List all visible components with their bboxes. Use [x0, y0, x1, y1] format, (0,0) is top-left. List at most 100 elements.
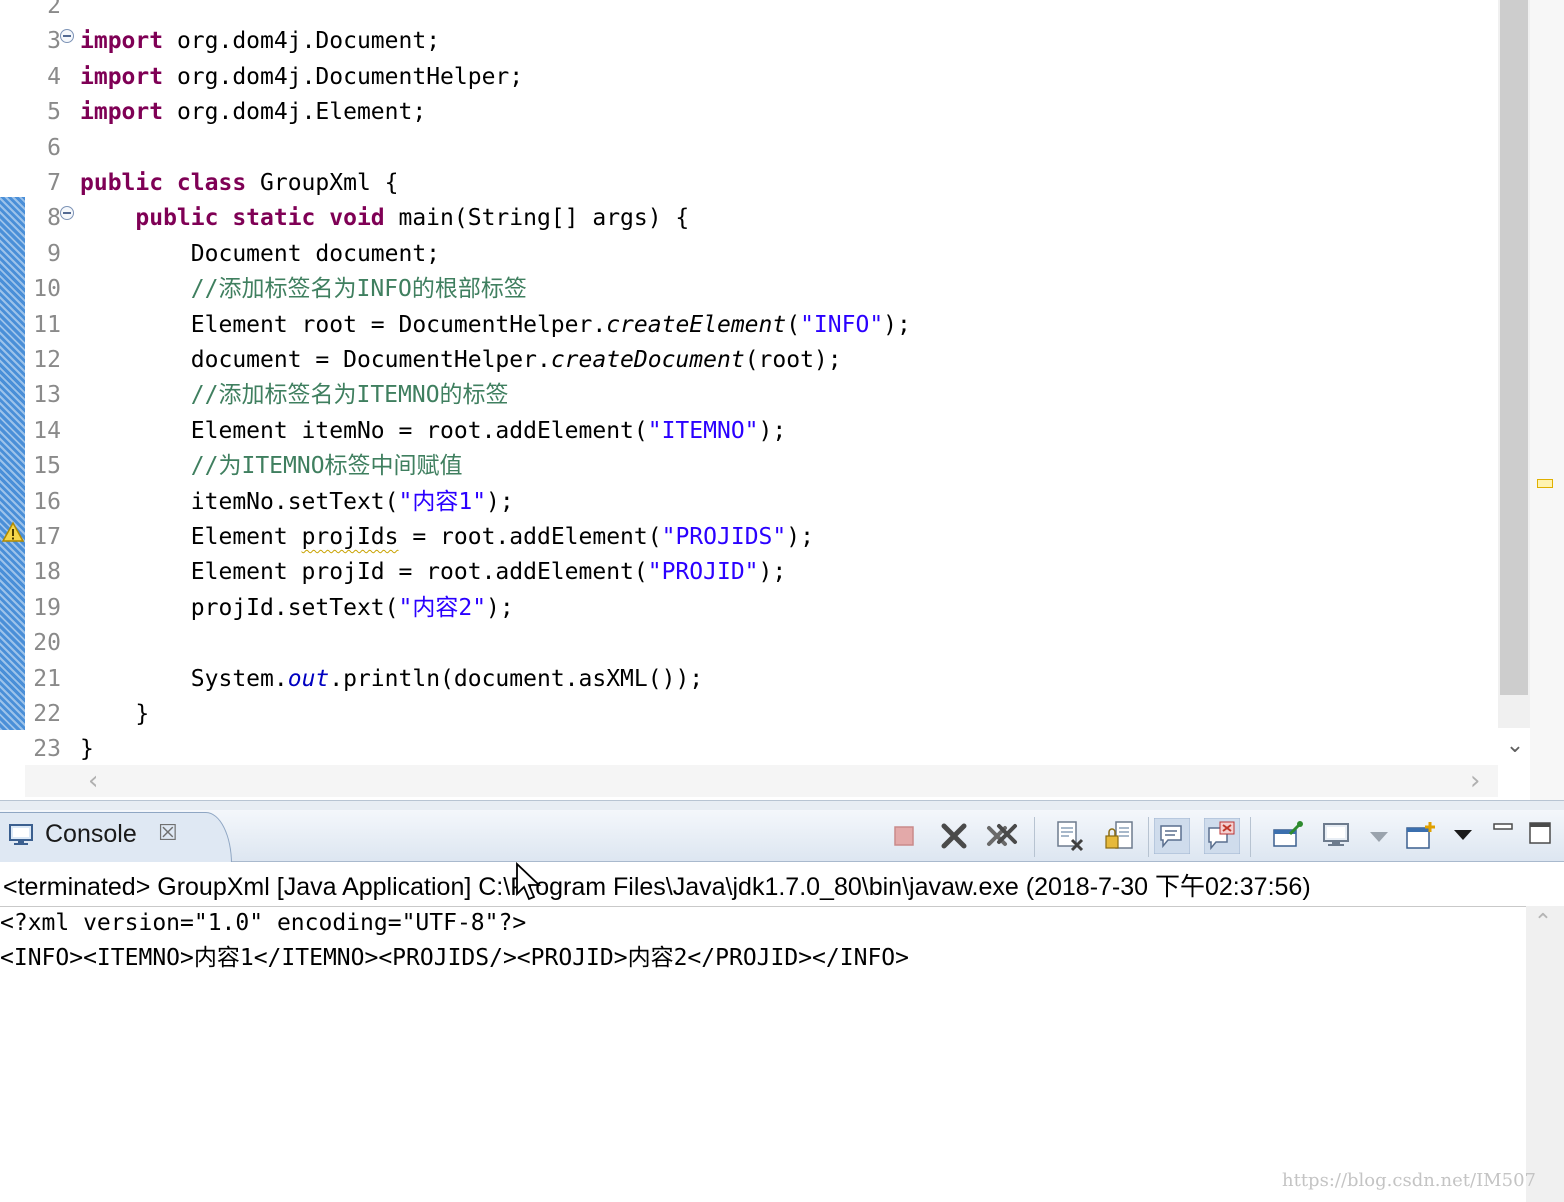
code-token: main(String[] args) { — [384, 205, 690, 231]
line-number: 9 — [47, 241, 61, 267]
watermark: https://blog.csdn.net/IM507 — [1282, 1170, 1536, 1191]
code-token: } — [80, 736, 94, 762]
open-console-icon[interactable] — [1404, 818, 1440, 854]
code-line[interactable]: //添加标签名为INFO的根部标签 — [80, 272, 527, 307]
scroll-down-arrow-icon[interactable]: ⌄ — [1502, 732, 1528, 760]
code-line[interactable]: //添加标签名为ITEMNO的标签 — [80, 378, 509, 413]
code-token: //添加标签名为ITEMNO的标签 — [80, 382, 509, 408]
code-token: "内容1" — [398, 489, 487, 515]
show-on-stderr-icon[interactable] — [1204, 818, 1240, 854]
line-number: 23 — [33, 736, 61, 762]
minimize-icon[interactable] — [1488, 818, 1524, 854]
code-token: import — [80, 99, 164, 125]
code-token: org.dom4j.DocumentHelper; — [163, 64, 524, 90]
change-ruler — [0, 197, 25, 730]
line-number: 7 — [47, 170, 61, 196]
fold-collapse-icon[interactable] — [60, 29, 74, 43]
line-number: 20 — [33, 630, 61, 656]
code-line[interactable]: Element itemNo = root.addElement("ITEMNO… — [80, 414, 786, 449]
code-token: projId.setText( — [80, 595, 399, 621]
mouse-cursor-icon — [516, 862, 541, 901]
code-token: (root); — [744, 347, 842, 373]
code-token: "PROJIDS" — [661, 524, 787, 550]
line-number: 12 — [33, 347, 61, 373]
fold-collapse-icon[interactable] — [60, 206, 74, 220]
line-number: 3 — [47, 28, 61, 54]
view-divider[interactable] — [0, 800, 1564, 810]
scroll-right-arrow-icon[interactable]: › — [1470, 766, 1480, 796]
toolbar-separator — [1148, 817, 1149, 857]
code-token: Document document; — [80, 241, 441, 267]
code-token: public class — [80, 170, 247, 196]
code-token: createDocument — [550, 347, 745, 373]
code-line[interactable]: import org.dom4j.Document; — [80, 24, 440, 59]
console-tab-label[interactable]: Console — [45, 820, 137, 849]
line-number: 19 — [33, 595, 61, 621]
code-line[interactable]: itemNo.setText("内容1"); — [80, 485, 514, 520]
maximize-icon[interactable] — [1524, 818, 1560, 854]
code-token: document = DocumentHelper. — [80, 347, 551, 373]
line-number: 5 — [47, 99, 61, 125]
code-token: public static void — [135, 205, 385, 231]
code-token: ); — [486, 595, 514, 621]
warning-icon[interactable] — [2, 521, 24, 543]
remove-all-terminated-icon[interactable] — [984, 818, 1020, 854]
code-line[interactable]: } — [80, 732, 94, 767]
code-token: ); — [758, 418, 787, 444]
code-token: //添加标签名为INFO的根部标签 — [80, 276, 527, 302]
code-line[interactable]: import org.dom4j.Element; — [80, 95, 426, 130]
overview-ruler — [1530, 0, 1564, 800]
code-line[interactable]: import org.dom4j.DocumentHelper; — [80, 60, 523, 95]
process-status-text: <terminated> GroupXml [Java Application]… — [3, 873, 1311, 901]
editor-horizontal-scrollbar[interactable] — [25, 765, 1498, 797]
code-line[interactable]: projId.setText("内容2"); — [80, 591, 514, 626]
line-number: 14 — [33, 418, 61, 444]
code-line[interactable]: } — [80, 697, 149, 732]
line-number: 21 — [33, 666, 61, 692]
code-line[interactable]: document = DocumentHelper.createDocument… — [80, 343, 842, 378]
toolbar-separator — [1250, 817, 1251, 857]
code-line[interactable]: Document document; — [80, 237, 440, 272]
clear-console-icon[interactable] — [1052, 818, 1088, 854]
terminate-icon[interactable] — [886, 818, 922, 854]
code-token: import — [80, 64, 164, 90]
line-number: 10 — [33, 276, 61, 302]
console-vertical-scrollbar[interactable] — [1526, 906, 1564, 1202]
close-tab-icon[interactable]: ☒ — [158, 821, 178, 846]
code-token: Element itemNo = root.addElement( — [80, 418, 648, 444]
console-view — [0, 800, 1564, 1202]
code-line[interactable]: Element projIds = root.addElement("PROJI… — [80, 520, 814, 555]
code-line[interactable]: Element projId = root.addElement("PROJID… — [80, 555, 786, 590]
editor-scroll-thumb[interactable] — [1500, 0, 1528, 695]
show-on-stdout-icon[interactable] — [1154, 818, 1190, 854]
code-line[interactable]: public static void main(String[] args) { — [80, 201, 689, 236]
chevron-down-icon[interactable] — [1364, 818, 1400, 854]
code-editor[interactable]: 2 3 import org.dom4j.Document; 4 import org.… — [0, 0, 1564, 800]
warning-marker[interactable] — [1537, 479, 1553, 488]
line-number: 15 — [33, 453, 61, 479]
code-line[interactable]: public class GroupXml { — [80, 166, 399, 201]
line-number: 11 — [33, 312, 61, 338]
code-token: org.dom4j.Document; — [163, 28, 441, 54]
scroll-left-arrow-icon[interactable]: ‹ — [88, 766, 98, 796]
code-line[interactable]: //为ITEMNO标签中间赋值 — [80, 449, 463, 484]
scroll-up-arrow-icon[interactable]: ⌃ — [1530, 910, 1556, 938]
code-token: projIds — [301, 524, 399, 550]
toolbar-separator — [1034, 817, 1035, 857]
pin-console-icon[interactable] — [1270, 818, 1306, 854]
line-number: 13 — [33, 382, 61, 408]
line-number: 6 — [47, 135, 61, 161]
code-line[interactable]: Element root = DocumentHelper.createElem… — [80, 308, 911, 343]
line-number: 17 — [33, 524, 61, 550]
code-line[interactable]: System.out.println(document.asXML()); — [80, 662, 703, 697]
display-console-icon[interactable] — [1320, 818, 1356, 854]
code-token: import — [80, 28, 164, 54]
line-number: 18 — [33, 559, 61, 585]
remove-launch-icon[interactable] — [936, 818, 972, 854]
code-token: GroupXml { — [246, 170, 399, 196]
scroll-lock-icon[interactable] — [1102, 818, 1138, 854]
view-menu-icon[interactable] — [1448, 818, 1484, 854]
code-token: "PROJID" — [647, 559, 759, 585]
code-token: "ITEMNO" — [647, 418, 759, 444]
